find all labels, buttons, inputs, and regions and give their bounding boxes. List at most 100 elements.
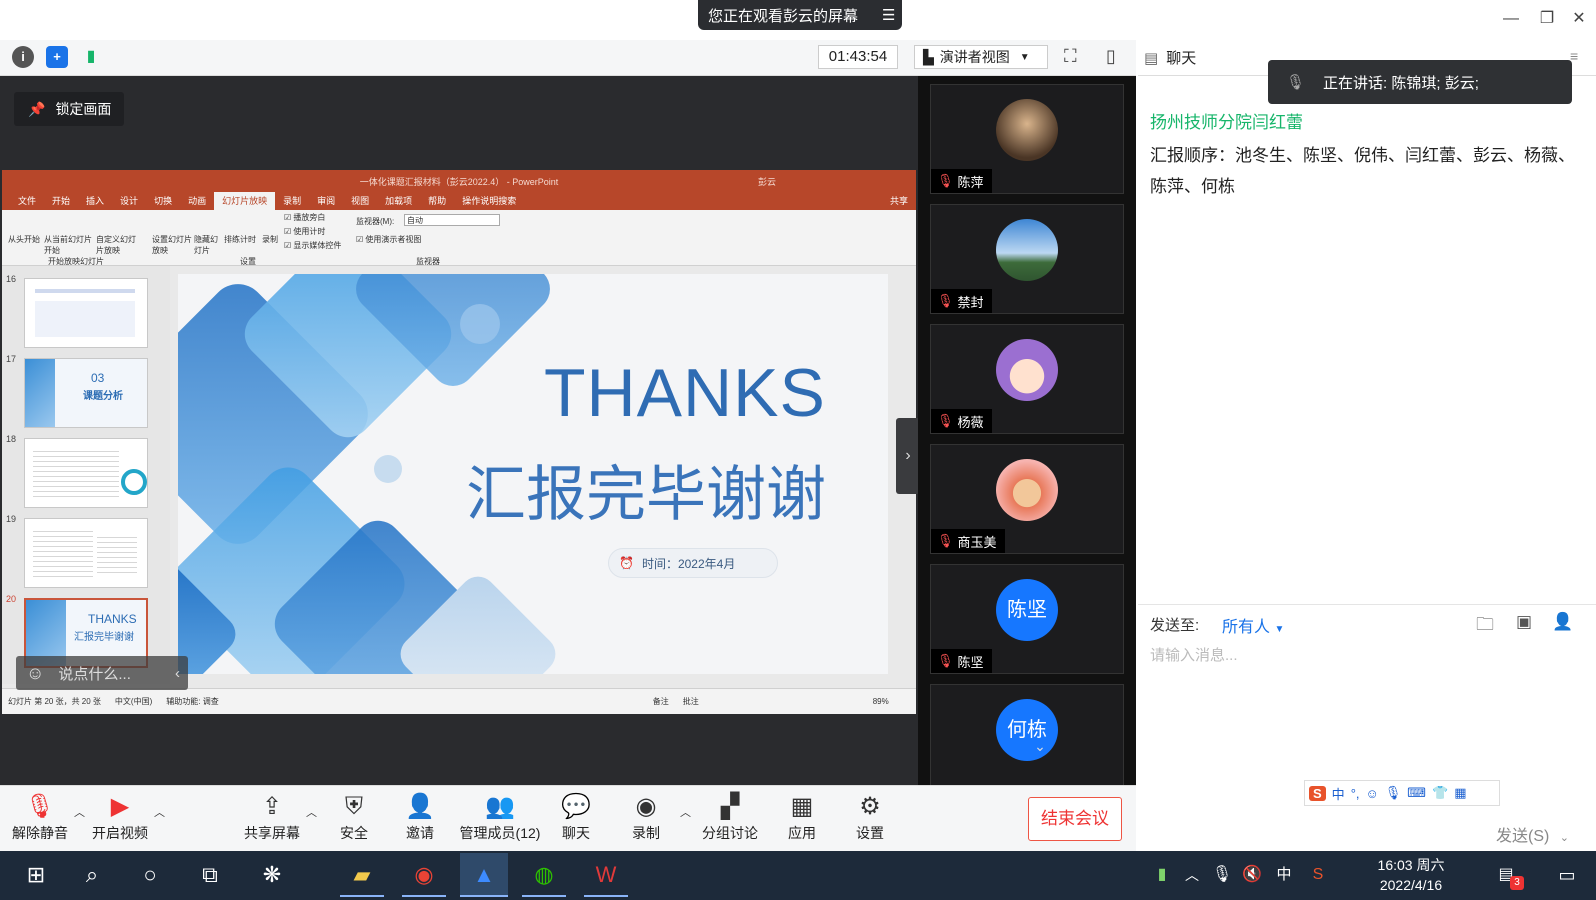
task-view-icon[interactable]: ⧉ (190, 853, 230, 897)
ribbon-rehearse[interactable]: 排练计时 (224, 234, 256, 245)
view-mode-dropdown[interactable]: ▙ 演讲者视图 ▼ (914, 45, 1048, 69)
ppt-tab[interactable]: 切换 (146, 192, 180, 210)
checkbox-presenter[interactable]: ☑ 使用演示者视图 (356, 234, 421, 245)
ribbon-custom[interactable]: 自定义幻灯片放映 (96, 234, 138, 256)
status-access[interactable]: 辅助功能: 调查 (166, 696, 218, 707)
signal-icon[interactable]: ▮ (80, 46, 102, 68)
wechat-icon[interactable]: ◍ (522, 853, 566, 897)
speaker-muted-icon[interactable]: 🔇 (1238, 853, 1266, 897)
windows-start-icon[interactable]: ⊞ (16, 853, 56, 897)
slide-thumb-19[interactable] (24, 518, 148, 588)
slide-thumb-16[interactable] (24, 278, 148, 348)
ime-indicator[interactable]: 中 (1270, 853, 1298, 897)
slide-thumb-18[interactable] (24, 438, 148, 508)
participant-tile[interactable]: 🎙 陈萍 (930, 84, 1124, 194)
sidebar-toggle-icon[interactable]: ▯ (1106, 46, 1116, 67)
ppt-tab[interactable]: 插入 (78, 192, 112, 210)
ppt-tab[interactable]: 加载项 (377, 192, 420, 210)
ribbon-hide[interactable]: 隐藏幻灯片 (194, 234, 218, 256)
lock-screen-button[interactable]: 📌 锁定画面 (14, 92, 124, 126)
breakout-button[interactable]: ▞ 分组讨论 (690, 791, 770, 847)
taskbar-clock[interactable]: 16:03 周六 2022/4/16 (1366, 855, 1456, 895)
participant-tile[interactable]: 🎙 杨薇 (930, 324, 1124, 434)
chat-input[interactable]: 请输入消息... (1150, 644, 1238, 665)
send-to-dropdown[interactable]: 所有人 ▼ (1222, 613, 1284, 637)
action-center-icon[interactable]: ▭ (1552, 853, 1582, 897)
shield-icon[interactable]: + (46, 46, 68, 68)
video-button[interactable]: ▶ 开启视频 (80, 791, 160, 847)
share-screen-button[interactable]: ⇪ 共享屏幕 (232, 791, 312, 847)
file-explorer-icon[interactable]: ▰ (340, 853, 384, 897)
chevron-up-icon[interactable]: ︿ (154, 804, 165, 820)
invite-button[interactable]: 👤 邀请 (380, 791, 460, 847)
participant-tile[interactable]: 何栋 (930, 684, 1124, 785)
mic-muted-icon: 🎙 (937, 533, 954, 548)
sogou-icon[interactable]: S (1304, 853, 1332, 897)
chevron-left-icon[interactable]: ‹ (175, 665, 188, 682)
mic-muted-icon: 🎙 (937, 293, 954, 308)
ppt-tab[interactable]: 审阅 (309, 192, 343, 210)
minimize-icon[interactable]: — (1500, 8, 1522, 30)
ppt-tab[interactable]: 帮助 (420, 192, 454, 210)
slide-title: THANKS (544, 355, 826, 431)
checkbox-timing[interactable]: ☑ 使用计时 (284, 226, 325, 237)
user-icon[interactable]: 👤 (1552, 612, 1573, 632)
slide-thumb-17[interactable]: 03 课题分析 (24, 358, 148, 428)
status-zoom[interactable]: 89% (873, 697, 889, 706)
participant-tile[interactable]: 🎙 商玉美 (930, 444, 1124, 554)
chevron-up-icon[interactable]: ︿ (1180, 853, 1204, 897)
ppt-tab-search[interactable]: 操作说明搜索 (454, 192, 524, 210)
participant-tile[interactable]: 陈坚 🎙 陈坚 (930, 564, 1124, 674)
invite-label: 邀请 (406, 825, 434, 841)
menu-icon[interactable]: ☰ (882, 6, 895, 24)
ribbon-record[interactable]: 录制 (262, 234, 278, 245)
folder-icon[interactable]: 🗀 (1476, 612, 1494, 642)
ppt-share[interactable]: 共享 (882, 192, 916, 210)
ribbon-start-current[interactable]: 从当前幻灯片开始 (44, 234, 94, 256)
ime-skin-icon: 👕 (1432, 785, 1449, 800)
search-icon[interactable]: ⌕ (72, 853, 112, 897)
info-icon[interactable]: i (12, 46, 34, 68)
ppt-tab[interactable]: 录制 (275, 192, 309, 210)
battery-icon[interactable]: ▮ (1150, 853, 1174, 897)
share-banner[interactable]: 您正在观看彭云的屏幕 ☰ (698, 0, 902, 30)
ppt-tab[interactable]: 设计 (112, 192, 146, 210)
ppt-tab-active[interactable]: 幻灯片放映 (214, 192, 276, 210)
checkbox-narration[interactable]: ☑ 播放旁白 (284, 212, 325, 223)
ppt-tab[interactable]: 开始 (44, 192, 78, 210)
chat-button[interactable]: 💬 聊天 (536, 791, 616, 847)
status-comments[interactable]: 批注 (683, 696, 699, 707)
ppt-tab[interactable]: 动画 (180, 192, 214, 210)
tencent-meeting-icon[interactable]: ▲ (460, 853, 508, 897)
fullscreen-icon[interactable]: ⛶ (1064, 46, 1077, 67)
monitor-select[interactable]: 自动 (404, 214, 500, 226)
microphone-icon[interactable]: 🎙 (1210, 853, 1234, 897)
participant-tile[interactable]: 🎙 禁封 (930, 204, 1124, 314)
notification-app-icon[interactable]: ▤ (1492, 853, 1520, 897)
ppt-tab[interactable]: 文件 (10, 192, 44, 210)
send-button[interactable]: 发送(S) ⌄ (1496, 822, 1569, 846)
wps-icon[interactable]: W (584, 853, 628, 897)
chrome-icon[interactable]: ◉ (402, 853, 446, 897)
notice-icon[interactable]: ▣ (1516, 612, 1532, 632)
cortana-icon[interactable]: ○ (130, 853, 170, 897)
end-meeting-button[interactable]: 结束会议 (1028, 797, 1122, 841)
app-icon[interactable]: ❋ (252, 853, 292, 897)
members-button[interactable]: 👥 管理成员(12) (450, 791, 550, 847)
scroll-down-icon[interactable]: ⌄ (1004, 738, 1076, 756)
ribbon-start-first[interactable]: 从头开始 (8, 234, 46, 245)
comment-input[interactable]: ☺ 说点什么... ‹ (16, 656, 188, 690)
record-button[interactable]: ◉ 录制 (606, 791, 686, 847)
settings-button[interactable]: ⚙ 设置 (830, 791, 910, 847)
collapse-gallery-button[interactable]: › (896, 418, 920, 494)
checkbox-controls[interactable]: ☑ 显示媒体控件 (284, 240, 341, 251)
restore-icon[interactable]: ❐ (1536, 8, 1558, 30)
ppt-user: 彭云 (758, 177, 777, 187)
unmute-button[interactable]: 🎙 解除静音 (0, 791, 80, 847)
status-notes[interactable]: 备注 (653, 696, 669, 707)
close-icon[interactable]: ✕ (1568, 8, 1590, 30)
ppt-tab[interactable]: 视图 (343, 192, 377, 210)
ribbon-setup[interactable]: 设置幻灯片放映 (152, 234, 192, 256)
record-label: 录制 (632, 825, 660, 841)
ime-toolbar[interactable]: S 中 °, ☺ 🎙 ⌨ 👕 ▦ (1304, 780, 1500, 806)
